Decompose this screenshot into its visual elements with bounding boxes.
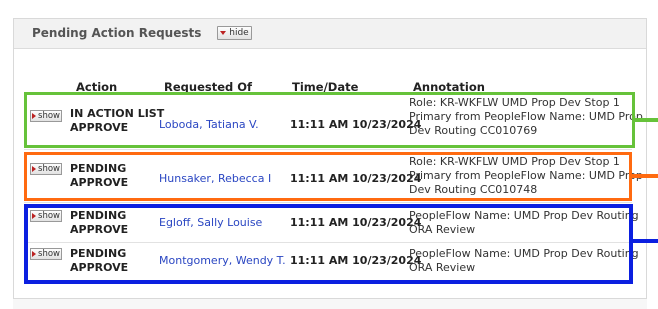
hide-button[interactable]: hide: [217, 26, 252, 40]
triangle-down-icon: [220, 31, 227, 35]
highlight-connector-green: [635, 118, 658, 122]
row-divider: [24, 202, 632, 203]
highlight-box-orange: [24, 152, 632, 201]
highlight-box-blue: [24, 204, 633, 284]
highlight-box-green: [24, 92, 635, 148]
highlight-connector-orange: [632, 174, 658, 178]
next-panel-edge: [13, 298, 647, 309]
panel-title: Pending Action Requests: [32, 26, 202, 40]
hide-button-label: hide: [229, 28, 249, 38]
panel-header: Pending Action Requests hide: [14, 19, 646, 49]
highlight-connector-blue: [633, 239, 658, 243]
row-divider: [24, 149, 632, 150]
